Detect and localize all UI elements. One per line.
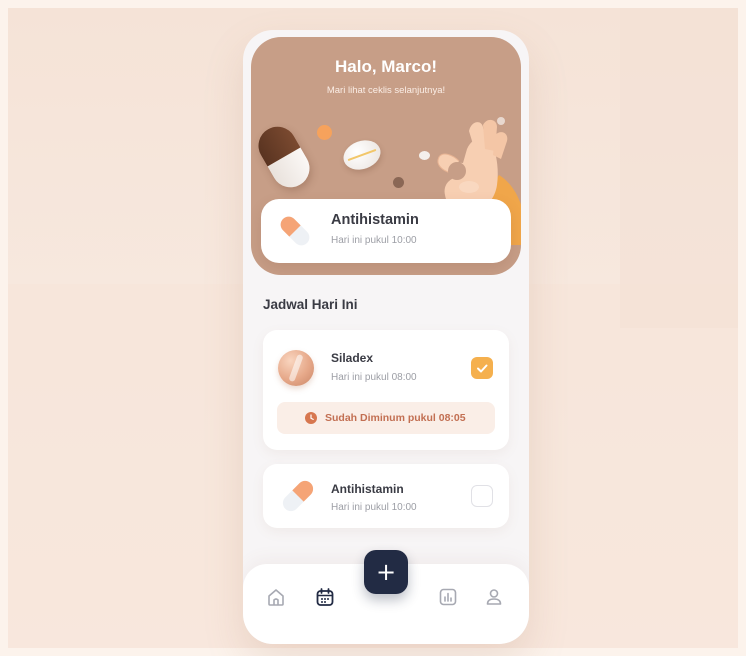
schedule-item[interactable]: Antihistamin Hari ini pukul 10:00 — [263, 464, 509, 528]
medicine-time: Hari ini pukul 10:00 — [331, 502, 417, 513]
capsule-icon — [280, 216, 310, 246]
phone-screen: Halo, Marco! Mari lihat ceklis selanjutn… — [243, 30, 529, 644]
greeting-subtitle: Mari lihat ceklis selanjutnya! — [326, 85, 446, 96]
schedule-item[interactable]: Siladex Hari ini pukul 08:00 Sudah Dimin… — [263, 330, 509, 450]
home-icon[interactable] — [265, 586, 287, 608]
taken-status-text: Sudah Diminum pukul 08:05 — [325, 412, 466, 424]
calendar-icon[interactable] — [314, 586, 336, 608]
profile-icon[interactable] — [483, 586, 505, 608]
taken-status: Sudah Diminum pukul 08:05 — [277, 402, 495, 434]
pill-ball-icon — [278, 350, 314, 386]
next-medicine-time: Hari ini pukul 10:00 — [331, 235, 417, 246]
clock-icon — [305, 412, 317, 424]
add-medicine-button[interactable]: + — [364, 550, 408, 594]
capsule-illustration — [251, 119, 317, 195]
decor-dot — [317, 125, 332, 140]
taken-checkbox[interactable] — [471, 485, 493, 507]
hero-banner: Halo, Marco! Mari lihat ceklis selanjutn… — [251, 37, 521, 275]
decor-dot — [393, 177, 404, 188]
next-reminder-card[interactable]: Antihistamin Hari ini pukul 10:00 — [261, 199, 511, 263]
chart-icon[interactable] — [437, 586, 459, 608]
taken-checkbox[interactable] — [471, 357, 493, 379]
medicine-time: Hari ini pukul 08:00 — [331, 372, 417, 383]
next-medicine-name: Antihistamin — [331, 212, 419, 228]
capsule-icon — [282, 480, 314, 512]
medicine-name: Siladex — [331, 351, 374, 365]
schedule-title: Jadwal Hari Ini — [263, 297, 358, 312]
medicine-name: Antihistamin — [331, 482, 404, 496]
tablet-illustration — [339, 135, 385, 175]
greeting-title: Halo, Marco! — [334, 57, 438, 76]
checkmark-icon — [477, 364, 488, 373]
